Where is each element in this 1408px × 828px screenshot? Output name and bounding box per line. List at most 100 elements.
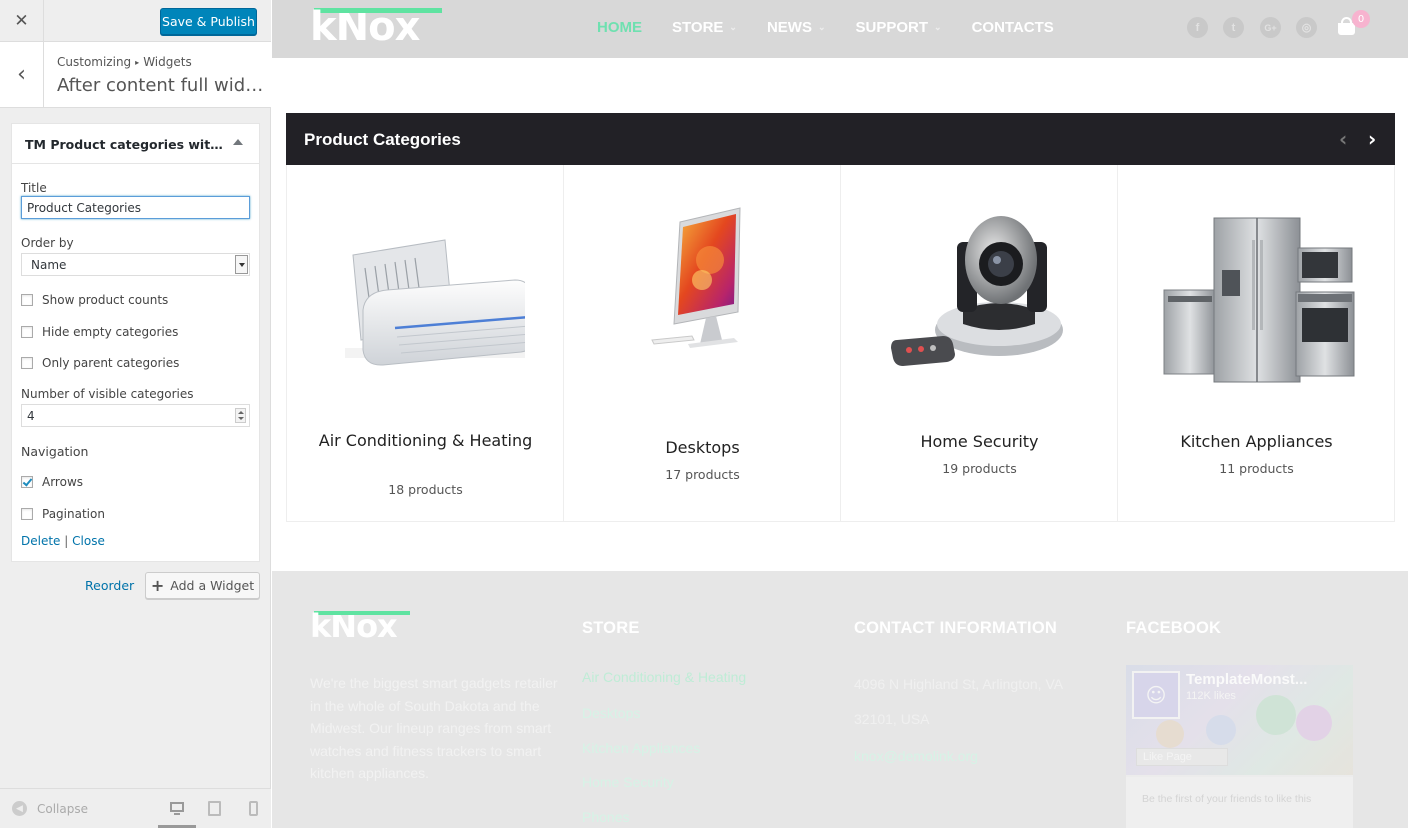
cart-icon[interactable]: 0 [1338, 10, 1372, 42]
carousel-prev-arrow-icon[interactable]: ‹ [1339, 127, 1347, 151]
footer-contact-heading: CONTACT INFORMATION [854, 619, 1057, 637]
facebook-friends-area: Be the first of your friends to like thi… [1126, 777, 1353, 828]
footer-store-link[interactable]: Phones [582, 809, 629, 825]
google-plus-icon[interactable]: G+ [1260, 17, 1281, 38]
category-name[interactable]: Kitchen Appliances [1138, 431, 1375, 452]
footer-store-link[interactable]: Kitchen Appliances [582, 740, 700, 756]
breadcrumb-separator: ▸ [135, 58, 140, 67]
widget-name: TM Product categories with thu... [25, 137, 225, 152]
reorder-link[interactable]: Reorder [85, 578, 134, 593]
chevron-down-icon: ⌄ [934, 22, 942, 32]
desktop-computer-image[interactable] [602, 200, 802, 400]
add-widget-button[interactable]: + Add a Widget [145, 572, 260, 599]
checkbox-label: Pagination [42, 507, 105, 521]
category-card-air-conditioning[interactable]: Air Conditioning & Heating 18 products [287, 165, 564, 522]
add-widget-label: Add a Widget [170, 578, 255, 593]
facebook-page-avatar[interactable]: ☺ [1132, 671, 1180, 719]
visible-categories-label: Number of visible categories [21, 387, 194, 401]
security-camera-image[interactable] [879, 200, 1079, 400]
checkbox-label: Arrows [42, 475, 84, 489]
widget-title-bar[interactable]: TM Product categories with thu... [12, 124, 259, 164]
close-customizer-button[interactable]: ✕ [0, 0, 44, 42]
carousel-next-arrow-icon[interactable]: › [1368, 127, 1376, 151]
links-separator: | [64, 534, 69, 548]
footer-store-link[interactable]: Air Conditioning & Heating [582, 669, 746, 685]
footer-logo[interactable]: kNox [310, 607, 410, 645]
cart-count-badge: 0 [1352, 10, 1370, 28]
dropdown-arrow-icon[interactable] [235, 255, 248, 274]
air-conditioner-image[interactable] [325, 200, 525, 400]
footer-facebook-heading: FACEBOOK [1126, 619, 1222, 637]
widget-form: TM Product categories with thu... Title … [11, 123, 260, 562]
product-categories-widget: Product Categories ‹ › Air Conditioning … [286, 113, 1395, 523]
option-only-parent-categories[interactable]: Only parent categories [21, 356, 179, 370]
site-footer: kNox We're the biggest smart gadgets ret… [272, 571, 1408, 828]
category-card-kitchen-appliances[interactable]: Kitchen Appliances 11 products [1118, 165, 1395, 522]
main-navigation: HOME STORE ⌄ NEWS ⌄ SUPPORT ⌄ CONTACTS [597, 19, 1084, 36]
collapse-icon: ◀ [12, 801, 27, 816]
category-name[interactable]: Desktops [584, 437, 821, 458]
option-show-product-counts[interactable]: Show product counts [21, 293, 168, 307]
category-card-home-security[interactable]: Home Security 19 products [841, 165, 1118, 522]
facebook-likes-count: 112K likes [1186, 690, 1236, 702]
tablet-icon[interactable] [207, 801, 223, 817]
panel-header: ‹ Customizing ▸ Widgets After content full… [0, 42, 271, 108]
breadcrumb-root: Customizing [57, 55, 132, 69]
title-label: Title [21, 181, 47, 195]
facebook-friends-text: Be the first of your friends to like thi… [1142, 793, 1312, 805]
kitchen-appliances-image[interactable] [1156, 200, 1356, 400]
checkbox[interactable] [21, 508, 33, 520]
breadcrumb: Customizing ▸ Widgets [57, 55, 192, 69]
category-name[interactable]: Home Security [861, 431, 1098, 452]
desktop-icon[interactable] [169, 801, 185, 817]
checkbox-label: Only parent categories [42, 356, 180, 370]
site-logo[interactable]: kNox [310, 4, 442, 50]
checkbox-label: Hide empty categories [42, 325, 179, 339]
nav-home[interactable]: HOME [597, 19, 642, 36]
title-input[interactable]: Product Categories [21, 196, 250, 219]
option-pagination[interactable]: Pagination [21, 507, 105, 521]
save-publish-button[interactable]: Save & Publish [160, 8, 257, 35]
instagram-icon[interactable]: ◎ [1296, 17, 1317, 38]
mobile-icon[interactable] [246, 801, 262, 817]
footer-store-link[interactable]: Home Security [582, 774, 674, 790]
nav-contacts[interactable]: CONTACTS [972, 19, 1054, 36]
category-card-desktops[interactable]: Desktops 17 products [564, 165, 841, 522]
back-button[interactable]: ‹ [0, 42, 44, 107]
nav-news[interactable]: NEWS ⌄ [767, 19, 826, 36]
category-name[interactable]: Air Conditioning & Heating [307, 430, 544, 451]
close-icon: ✕ [14, 11, 29, 31]
delete-widget-link[interactable]: Delete [21, 534, 60, 548]
nav-store[interactable]: STORE ⌄ [672, 19, 737, 36]
footer-store-link[interactable]: Desktops [582, 705, 640, 721]
collapse-widget-arrow-icon[interactable] [233, 139, 243, 145]
category-count: 11 products [1219, 461, 1294, 476]
widget-actions: Delete | Close [21, 534, 105, 548]
twitter-icon[interactable]: t [1223, 17, 1244, 38]
facebook-page-name[interactable]: TemplateMonst... [1186, 671, 1307, 688]
footer-store-heading: STORE [582, 619, 640, 637]
number-spinner-icon[interactable] [235, 408, 246, 423]
facebook-like-page-button[interactable]: Like Page [1136, 748, 1228, 766]
option-hide-empty-categories[interactable]: Hide empty categories [21, 325, 178, 339]
chevron-down-icon: ⌄ [729, 22, 737, 32]
nav-support[interactable]: SUPPORT ⌄ [856, 19, 942, 36]
chevron-down-icon: ⌄ [817, 22, 826, 32]
visible-categories-input[interactable]: 4 [21, 404, 250, 427]
checkbox[interactable] [21, 357, 33, 369]
option-arrows[interactable]: Arrows [21, 475, 83, 489]
checkbox[interactable] [21, 326, 33, 338]
facebook-icon[interactable]: f [1187, 17, 1208, 38]
order-by-value: Name [31, 257, 67, 272]
collapse-button[interactable]: ◀ Collapse [12, 801, 88, 816]
customizer-header: ✕ Save & Publish [0, 0, 271, 42]
checkbox-checked[interactable] [21, 476, 33, 488]
close-widget-link[interactable]: Close [72, 534, 105, 548]
site-preview: kNox HOME STORE ⌄ NEWS ⌄ SUPPORT ⌄ CONTACTS… [272, 0, 1408, 828]
checkbox[interactable] [21, 294, 33, 306]
order-by-select[interactable]: Name [21, 253, 250, 276]
contact-address: 4096 N Highland St, Arlington, VA [854, 676, 1064, 692]
contact-email-link[interactable]: knox@demolink.org [854, 748, 978, 764]
customizer-sidebar: ✕ Save & Publish ‹ Customizing ▸ Widgets A… [0, 0, 271, 828]
product-categories-title: Product Categories [304, 130, 461, 149]
